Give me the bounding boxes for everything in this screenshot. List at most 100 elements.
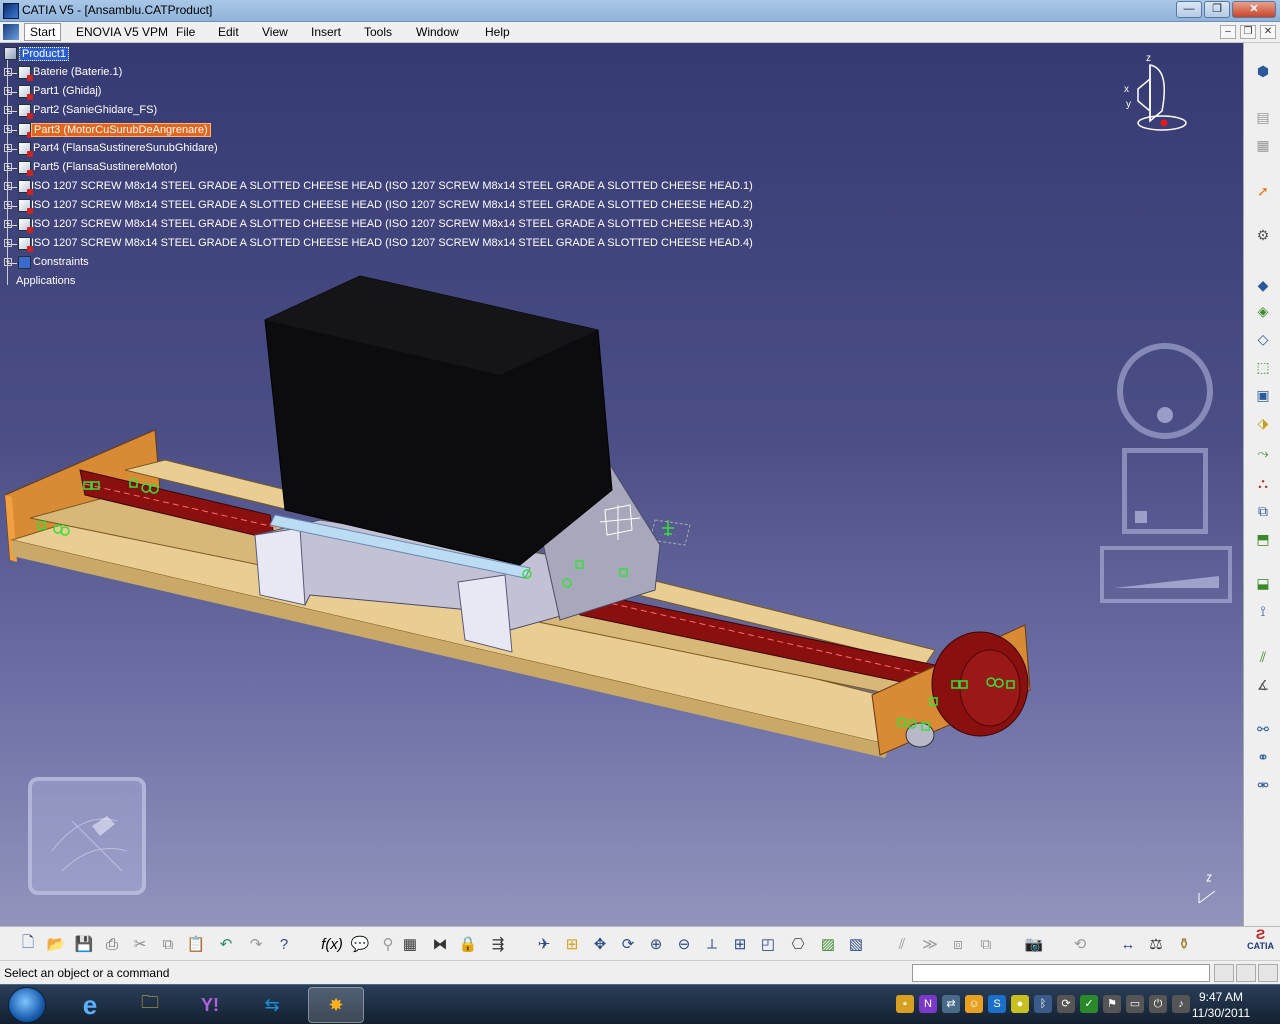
explorer-taskbar-icon[interactable]: 🗀 [122,987,178,1023]
table-icon[interactable]: ▦ [398,933,422,955]
iso-view-icon[interactable]: ◰ [756,933,780,955]
tree-root-label[interactable]: Product1 [19,47,70,61]
print-icon[interactable]: ⎙ [100,933,124,955]
expand-icon[interactable]: + [4,182,12,190]
tray-onenote-icon[interactable]: N [919,995,937,1013]
slider-block-left[interactable] [254,527,306,606]
expand-icon[interactable]: + [4,87,12,95]
compass-widget[interactable]: z x y [1110,49,1200,139]
tray-skype-icon[interactable]: S [988,995,1006,1013]
tree-node-label[interactable]: Applications [16,275,75,287]
tray-update-icon[interactable]: ⟳ [1057,995,1075,1013]
tree-node-label[interactable]: ISO 1207 SCREW M8x14 STEEL GRADE A SLOTT… [31,199,753,211]
tray-power-icon[interactable]: ⏻ [1149,995,1167,1013]
inertia-icon[interactable]: ⚱ [1172,933,1196,955]
tree-node-label[interactable]: ISO 1207 SCREW M8x14 STEEL GRADE A SLOTT… [31,237,753,249]
assembly-icon[interactable]: ◆ [1252,275,1274,295]
replace-icon[interactable]: ⬚ [1252,357,1274,377]
tree-node-label[interactable]: Part3 (MotorCuSurubDeAngrenare) [31,123,211,137]
select-icon[interactable]: ➚ [1252,181,1274,201]
doc-minimize-button[interactable]: – [1220,25,1236,39]
tree-node-label[interactable]: Baterie (Baterie.1) [33,66,122,78]
catia-taskbar-icon[interactable]: ✸ [308,987,364,1023]
offset-icon[interactable]: ⫽ [1252,647,1274,667]
menu-enovia[interactable]: ENOVIA V5 VPM [76,25,168,39]
expand-icon[interactable]: + [4,163,12,171]
navigation-minimap[interactable] [28,777,146,895]
3d-viewport[interactable]: Product1 + Baterie (Baterie.1) + Part1 (… [0,43,1243,926]
fix-together-icon[interactable]: ⚯ [1252,719,1274,739]
menu-edit[interactable]: Edit [218,25,239,39]
slider-block-right[interactable] [457,574,513,653]
swap-icon[interactable]: ≫ [918,933,942,955]
close-button[interactable]: ✕ [1232,1,1276,18]
pan-navigation-widget[interactable] [1122,448,1208,534]
catalog-icon[interactable]: ▦ [1252,135,1274,155]
normal-view-icon[interactable]: ⟂ [700,933,724,955]
paste-icon[interactable]: 📋 [184,933,208,955]
tray-display-icon[interactable]: ▭ [1126,995,1144,1013]
redo-icon[interactable]: ↷ [244,933,268,955]
expand-icon[interactable]: + [4,239,12,247]
pan-icon[interactable]: ✥ [588,933,612,955]
angle-icon[interactable]: ∡ [1252,675,1274,695]
shading-icon[interactable]: ▨ [816,933,840,955]
cut-icon[interactable]: ✂ [128,933,152,955]
tree-node-label[interactable]: ISO 1207 SCREW M8x14 STEEL GRADE A SLOTT… [31,218,753,230]
start-orb[interactable] [8,987,46,1023]
open-icon[interactable]: 📂 [44,933,68,955]
yahoo-messenger-taskbar-icon[interactable]: Y! [182,987,238,1023]
snap-icon[interactable]: ⤳ [1252,443,1274,463]
distance-icon[interactable]: ⧈ [946,933,970,955]
explode-icon[interactable]: ⛬ [1252,473,1274,493]
tree-node-label[interactable]: ISO 1207 SCREW M8x14 STEEL GRADE A SLOTT… [31,180,753,192]
menu-insert[interactable]: Insert [311,25,341,39]
tree-node-label[interactable]: Part2 (SanieGhidare_FS) [33,104,157,116]
contact-icon[interactable]: ⟟ [1252,601,1274,621]
tray-security-icon[interactable]: ✓ [1080,995,1098,1013]
smart-constraint-icon[interactable]: ⚭ [1252,747,1274,767]
rotate-navigation-widget[interactable] [1117,343,1213,439]
update-icon[interactable]: ⚙ [1252,225,1274,245]
doc-close-button[interactable]: ✕ [1260,25,1276,39]
catalog-browser-icon[interactable]: ⫽ [890,933,914,955]
minimize-button[interactable]: — [1176,1,1202,18]
tray-messenger-icon[interactable]: ☺ [965,995,983,1013]
new-part-icon[interactable]: ◈ [1252,301,1274,321]
expand-icon[interactable]: + [4,106,12,114]
catia-menu-icon[interactable] [3,24,19,40]
tree-node-label[interactable]: Part1 (Ghidaj) [33,85,101,97]
lock-icon[interactable]: 🔒 [456,933,480,955]
zoom-navigation-widget[interactable] [1100,546,1232,603]
multi-view-icon[interactable]: ⊞ [728,933,752,955]
graph-tree-icon[interactable]: ▣ [1252,385,1274,405]
ie-taskbar-icon[interactable]: e [62,987,118,1023]
menu-help[interactable]: Help [485,25,510,39]
whats-this-icon[interactable]: ? [272,933,296,955]
formula-icon[interactable]: f(x) [320,933,344,955]
graph-icon[interactable]: ⧓ [428,933,452,955]
catia-app-icon[interactable] [3,3,19,19]
new-icon[interactable]: 🗋 [16,933,40,955]
tree-node-label[interactable]: Part5 (FlansaSustinereMotor) [33,161,177,173]
camera-icon[interactable]: 📷 [1022,933,1046,955]
restore-button[interactable]: ❐ [1204,1,1230,18]
stop-clash-icon[interactable]: ⧉ [1252,501,1274,521]
tray-folder-icon[interactable]: ▪ [896,995,914,1013]
fix-icon[interactable]: ⬒ [1252,529,1274,549]
tray-network-icon[interactable]: ⇄ [942,995,960,1013]
tray-status-icon[interactable]: ● [1011,995,1029,1013]
expand-icon[interactable]: + [4,201,12,209]
status-button[interactable] [1258,964,1278,982]
fit-all-icon[interactable]: ⊞ [560,933,584,955]
section-icon[interactable]: ⧉ [974,933,998,955]
catalog-icon[interactable]: ▤ [1252,107,1274,127]
save-icon[interactable]: 💾 [72,933,96,955]
expand-icon[interactable]: + [4,220,12,228]
compass-icon[interactable]: ⬢ [1252,61,1274,81]
status-button[interactable] [1236,964,1256,982]
taskbar-clock[interactable]: 9:47 AM 11/30/2011 [1176,989,1266,1021]
tray-flag-icon[interactable]: ⚑ [1103,995,1121,1013]
comment-icon[interactable]: 💬 [348,933,372,955]
menu-file[interactable]: File [176,25,195,39]
